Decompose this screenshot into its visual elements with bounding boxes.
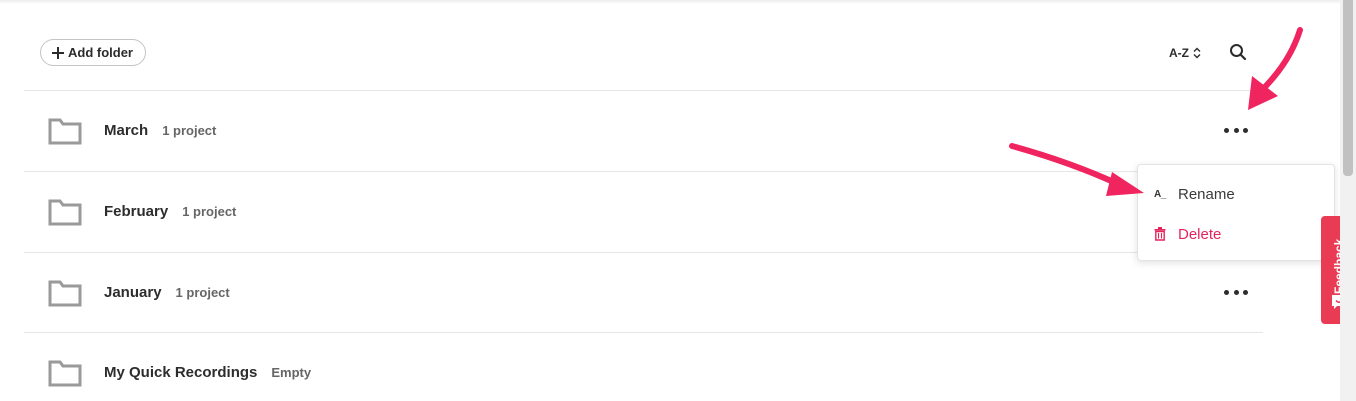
- folder-project-count: 1 project: [182, 204, 237, 219]
- folder-name-label[interactable]: February 1 project: [104, 203, 236, 220]
- folder-name: February: [104, 203, 169, 220]
- dot: [1224, 127, 1229, 133]
- rename-label: Rename: [1178, 185, 1235, 203]
- folder-name: January: [104, 284, 162, 301]
- folder-row[interactable]: March 1 project: [24, 90, 1263, 171]
- folder-icon: [48, 118, 82, 145]
- plus-icon: [52, 46, 64, 59]
- delete-menu-item[interactable]: Delete: [1138, 214, 1334, 254]
- search-icon[interactable]: [1228, 42, 1248, 62]
- sort-dropdown[interactable]: A-Z: [1169, 44, 1201, 62]
- folder-icon: [48, 199, 82, 226]
- scrollbar-thumb[interactable]: [1343, 0, 1353, 176]
- folder-icon: [48, 280, 82, 307]
- rename-icon: A_: [1154, 188, 1166, 200]
- dot: [1243, 289, 1248, 295]
- folder-project-count: 1 project: [162, 123, 217, 138]
- top-shadow: [0, 0, 1340, 4]
- dot: [1224, 289, 1229, 295]
- add-folder-label: Add folder: [68, 45, 133, 60]
- folder-row[interactable]: My Quick Recordings Empty: [24, 333, 1263, 401]
- folder-row[interactable]: January 1 project: [24, 252, 1263, 333]
- sort-label: A-Z: [1169, 46, 1189, 60]
- delete-label: Delete: [1178, 225, 1222, 243]
- chevron-up-down-icon: [1193, 47, 1201, 59]
- rename-menu-item[interactable]: A_ Rename: [1138, 174, 1334, 214]
- folder-context-menu: A_ Rename Delete: [1137, 164, 1335, 261]
- dot: [1243, 127, 1248, 133]
- dot: [1233, 289, 1239, 295]
- folder-name-label[interactable]: January 1 project: [104, 284, 230, 301]
- folders-page: Add folder A-Z March 1 project February …: [0, 0, 1356, 401]
- add-folder-button[interactable]: Add folder: [40, 39, 146, 66]
- folder-empty-status: Empty: [271, 365, 312, 380]
- more-options-button[interactable]: [1224, 286, 1248, 298]
- dot: [1233, 127, 1239, 133]
- folder-row[interactable]: February 1 project: [24, 171, 1263, 252]
- more-options-button[interactable]: [1224, 124, 1248, 136]
- trash-icon: [1154, 227, 1166, 241]
- folder-project-count: 1 project: [175, 285, 230, 300]
- folder-list: March 1 project February 1 project January…: [24, 90, 1263, 401]
- folder-name: March: [104, 122, 149, 139]
- folder-name-label[interactable]: March 1 project: [104, 122, 216, 139]
- folder-name-label[interactable]: My Quick Recordings Empty: [104, 364, 311, 381]
- folder-icon: [48, 360, 82, 387]
- folder-name: My Quick Recordings: [104, 364, 258, 381]
